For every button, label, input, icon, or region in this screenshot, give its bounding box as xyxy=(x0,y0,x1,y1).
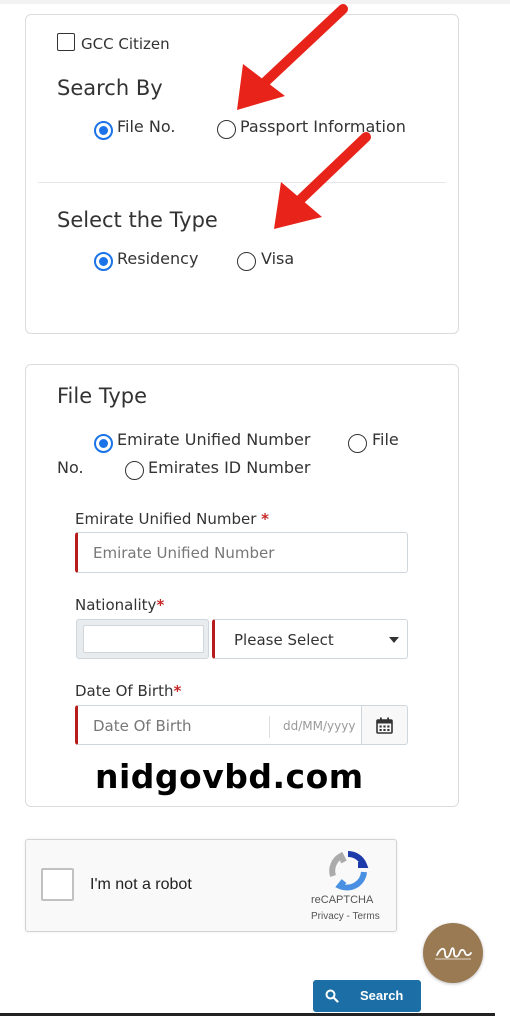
unified-number-input[interactable]: Emirate Unified Number xyxy=(75,532,408,573)
recaptcha-brand: reCAPTCHA xyxy=(311,894,374,906)
nationality-label: Nationality* xyxy=(75,596,165,614)
radio-passport-information[interactable] xyxy=(217,120,236,139)
recaptcha-privacy-terms[interactable]: Privacy - Terms xyxy=(311,911,380,922)
calendar-button[interactable] xyxy=(361,705,408,745)
radio-visa-label: Visa xyxy=(261,249,295,268)
recaptcha-label: I'm not a robot xyxy=(90,876,192,893)
gcc-citizen-checkbox[interactable] xyxy=(57,33,75,51)
required-mark: * xyxy=(261,510,270,528)
radio-file-number-label-part2: No. xyxy=(57,458,84,477)
radio-file-number-label-part1: File xyxy=(372,430,399,449)
recaptcha-widget: I'm not a robot reCAPTCHA Privacy - Term… xyxy=(25,839,397,932)
radio-emirates-id-number[interactable] xyxy=(125,461,144,480)
bottom-bar xyxy=(0,1013,495,1016)
radio-residency-label: Residency xyxy=(117,249,199,268)
top-divider xyxy=(0,0,510,4)
dob-separator xyxy=(269,716,270,738)
dob-input[interactable]: Date Of Birth dd/MM/yyyy xyxy=(75,705,362,745)
search-options-card xyxy=(25,14,459,334)
section-divider xyxy=(38,182,446,183)
recaptcha-checkbox[interactable] xyxy=(41,868,74,901)
unified-number-label: Emirate Unified Number * xyxy=(75,510,270,528)
nationality-code-box xyxy=(76,619,209,659)
nationality-code-input[interactable] xyxy=(83,625,204,653)
radio-file-number[interactable] xyxy=(348,434,367,453)
radio-emirates-id-number-label: Emirates ID Number xyxy=(148,458,311,477)
watermark-text: nidgovbd.com xyxy=(95,757,364,796)
gcc-citizen-label: GCC Citizen xyxy=(81,35,170,53)
radio-file-no[interactable] xyxy=(94,121,113,140)
dob-placeholder: Date Of Birth xyxy=(93,717,192,735)
radio-passport-information-label: Passport Information xyxy=(240,117,406,136)
radio-residency[interactable] xyxy=(94,252,113,271)
radio-emirate-unified-number[interactable] xyxy=(94,434,113,453)
chevron-down-icon xyxy=(389,637,399,643)
unified-number-placeholder: Emirate Unified Number xyxy=(93,544,275,562)
radio-file-no-label: File No. xyxy=(117,117,176,136)
file-type-title: File Type xyxy=(57,384,148,408)
signature-icon xyxy=(435,947,472,960)
required-mark: * xyxy=(173,682,182,700)
radio-visa[interactable] xyxy=(237,252,256,271)
search-button-label: Search xyxy=(360,988,404,1003)
radio-emirate-unified-number-label: Emirate Unified Number xyxy=(117,430,311,449)
search-button[interactable]: Search xyxy=(313,980,421,1012)
required-mark: * xyxy=(156,596,165,614)
recaptcha-logo-icon xyxy=(329,850,369,891)
dob-format-hint: dd/MM/yyyy xyxy=(283,719,356,733)
logo-badge xyxy=(423,923,483,983)
select-type-title: Select the Type xyxy=(57,208,218,232)
search-by-title: Search By xyxy=(57,76,163,100)
dob-label: Date Of Birth* xyxy=(75,682,182,700)
calendar-icon xyxy=(376,717,393,734)
nationality-select-value: Please Select xyxy=(234,631,334,649)
search-icon xyxy=(325,989,339,1003)
nationality-select[interactable]: Please Select xyxy=(212,619,408,659)
